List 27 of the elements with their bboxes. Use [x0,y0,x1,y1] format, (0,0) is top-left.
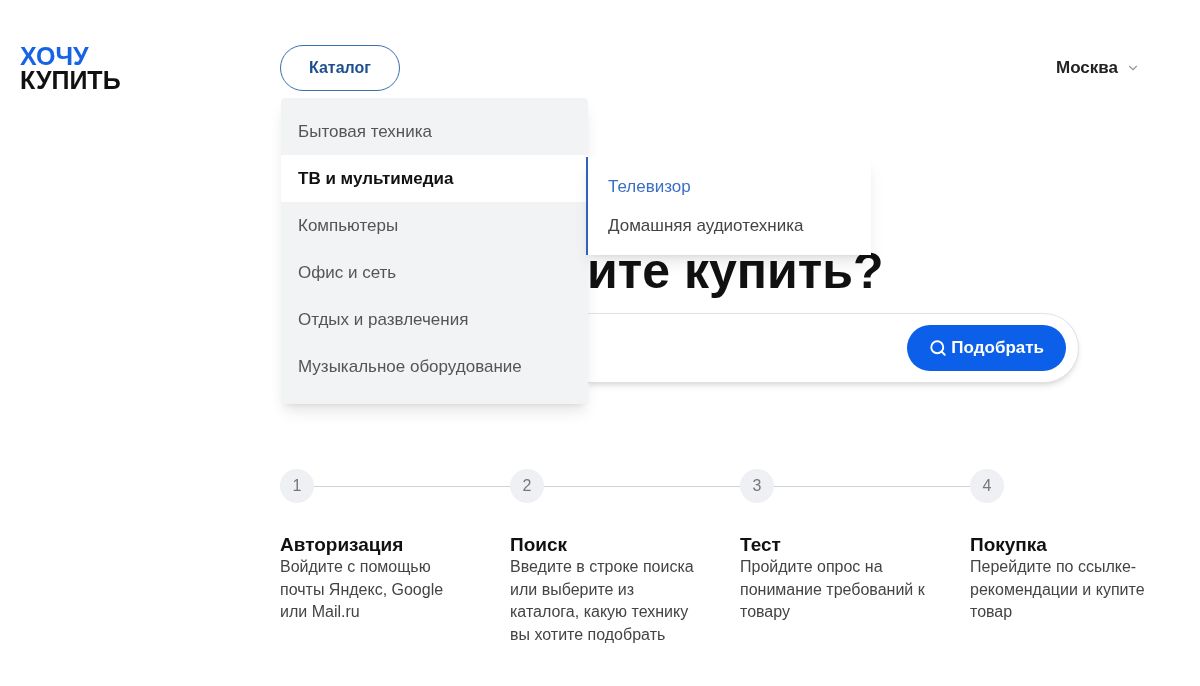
step-title: Авторизация [280,534,405,556]
step-description: Войдите с помощью почты Яндекс, Google или Mail.ru [280,557,445,622]
step-number: 2 [510,469,544,503]
menu-item[interactable]: Бытовая техника [281,108,588,155]
step-description: Перейдите по ссылке-рекомендации и купите товар [970,557,1146,622]
menu-item[interactable]: Офис и сеть [281,249,588,296]
step-title: Покупка [970,534,1048,556]
city-selector[interactable]: Москва [1056,55,1140,81]
menu-item[interactable]: Отдых и развлечения [281,296,588,343]
menu-item[interactable]: ТВ и мультимедиа [281,155,588,202]
page-heading: ите купить? [587,246,884,296]
step-number: 3 [740,469,774,503]
search-button[interactable]: Подобрать [907,325,1066,371]
catalog-button[interactable]: Каталог [280,45,400,91]
search-icon [929,339,948,357]
step-title: Поиск [510,534,569,556]
step-number: 1 [280,469,314,503]
menu-item[interactable]: Музыкальное оборудование [281,343,588,390]
submenu-item[interactable]: Домашняя аудиотехника [608,213,871,239]
menu-item[interactable]: Компьютеры [281,202,588,249]
step-title: Тест [740,534,782,556]
submenu-item[interactable]: Телевизор [608,173,871,199]
search-bar[interactable]: Подобрать [587,313,1079,383]
logo[interactable]: ХОЧУ КУПИТЬ [20,44,280,92]
step-description: Пройдите опрос на понимание требований к товару [740,557,926,622]
step-number: 4 [970,469,1004,503]
step-description: Введите в строке поиска или выберите из каталога, какую технику вы хотите подобрать [510,557,695,645]
